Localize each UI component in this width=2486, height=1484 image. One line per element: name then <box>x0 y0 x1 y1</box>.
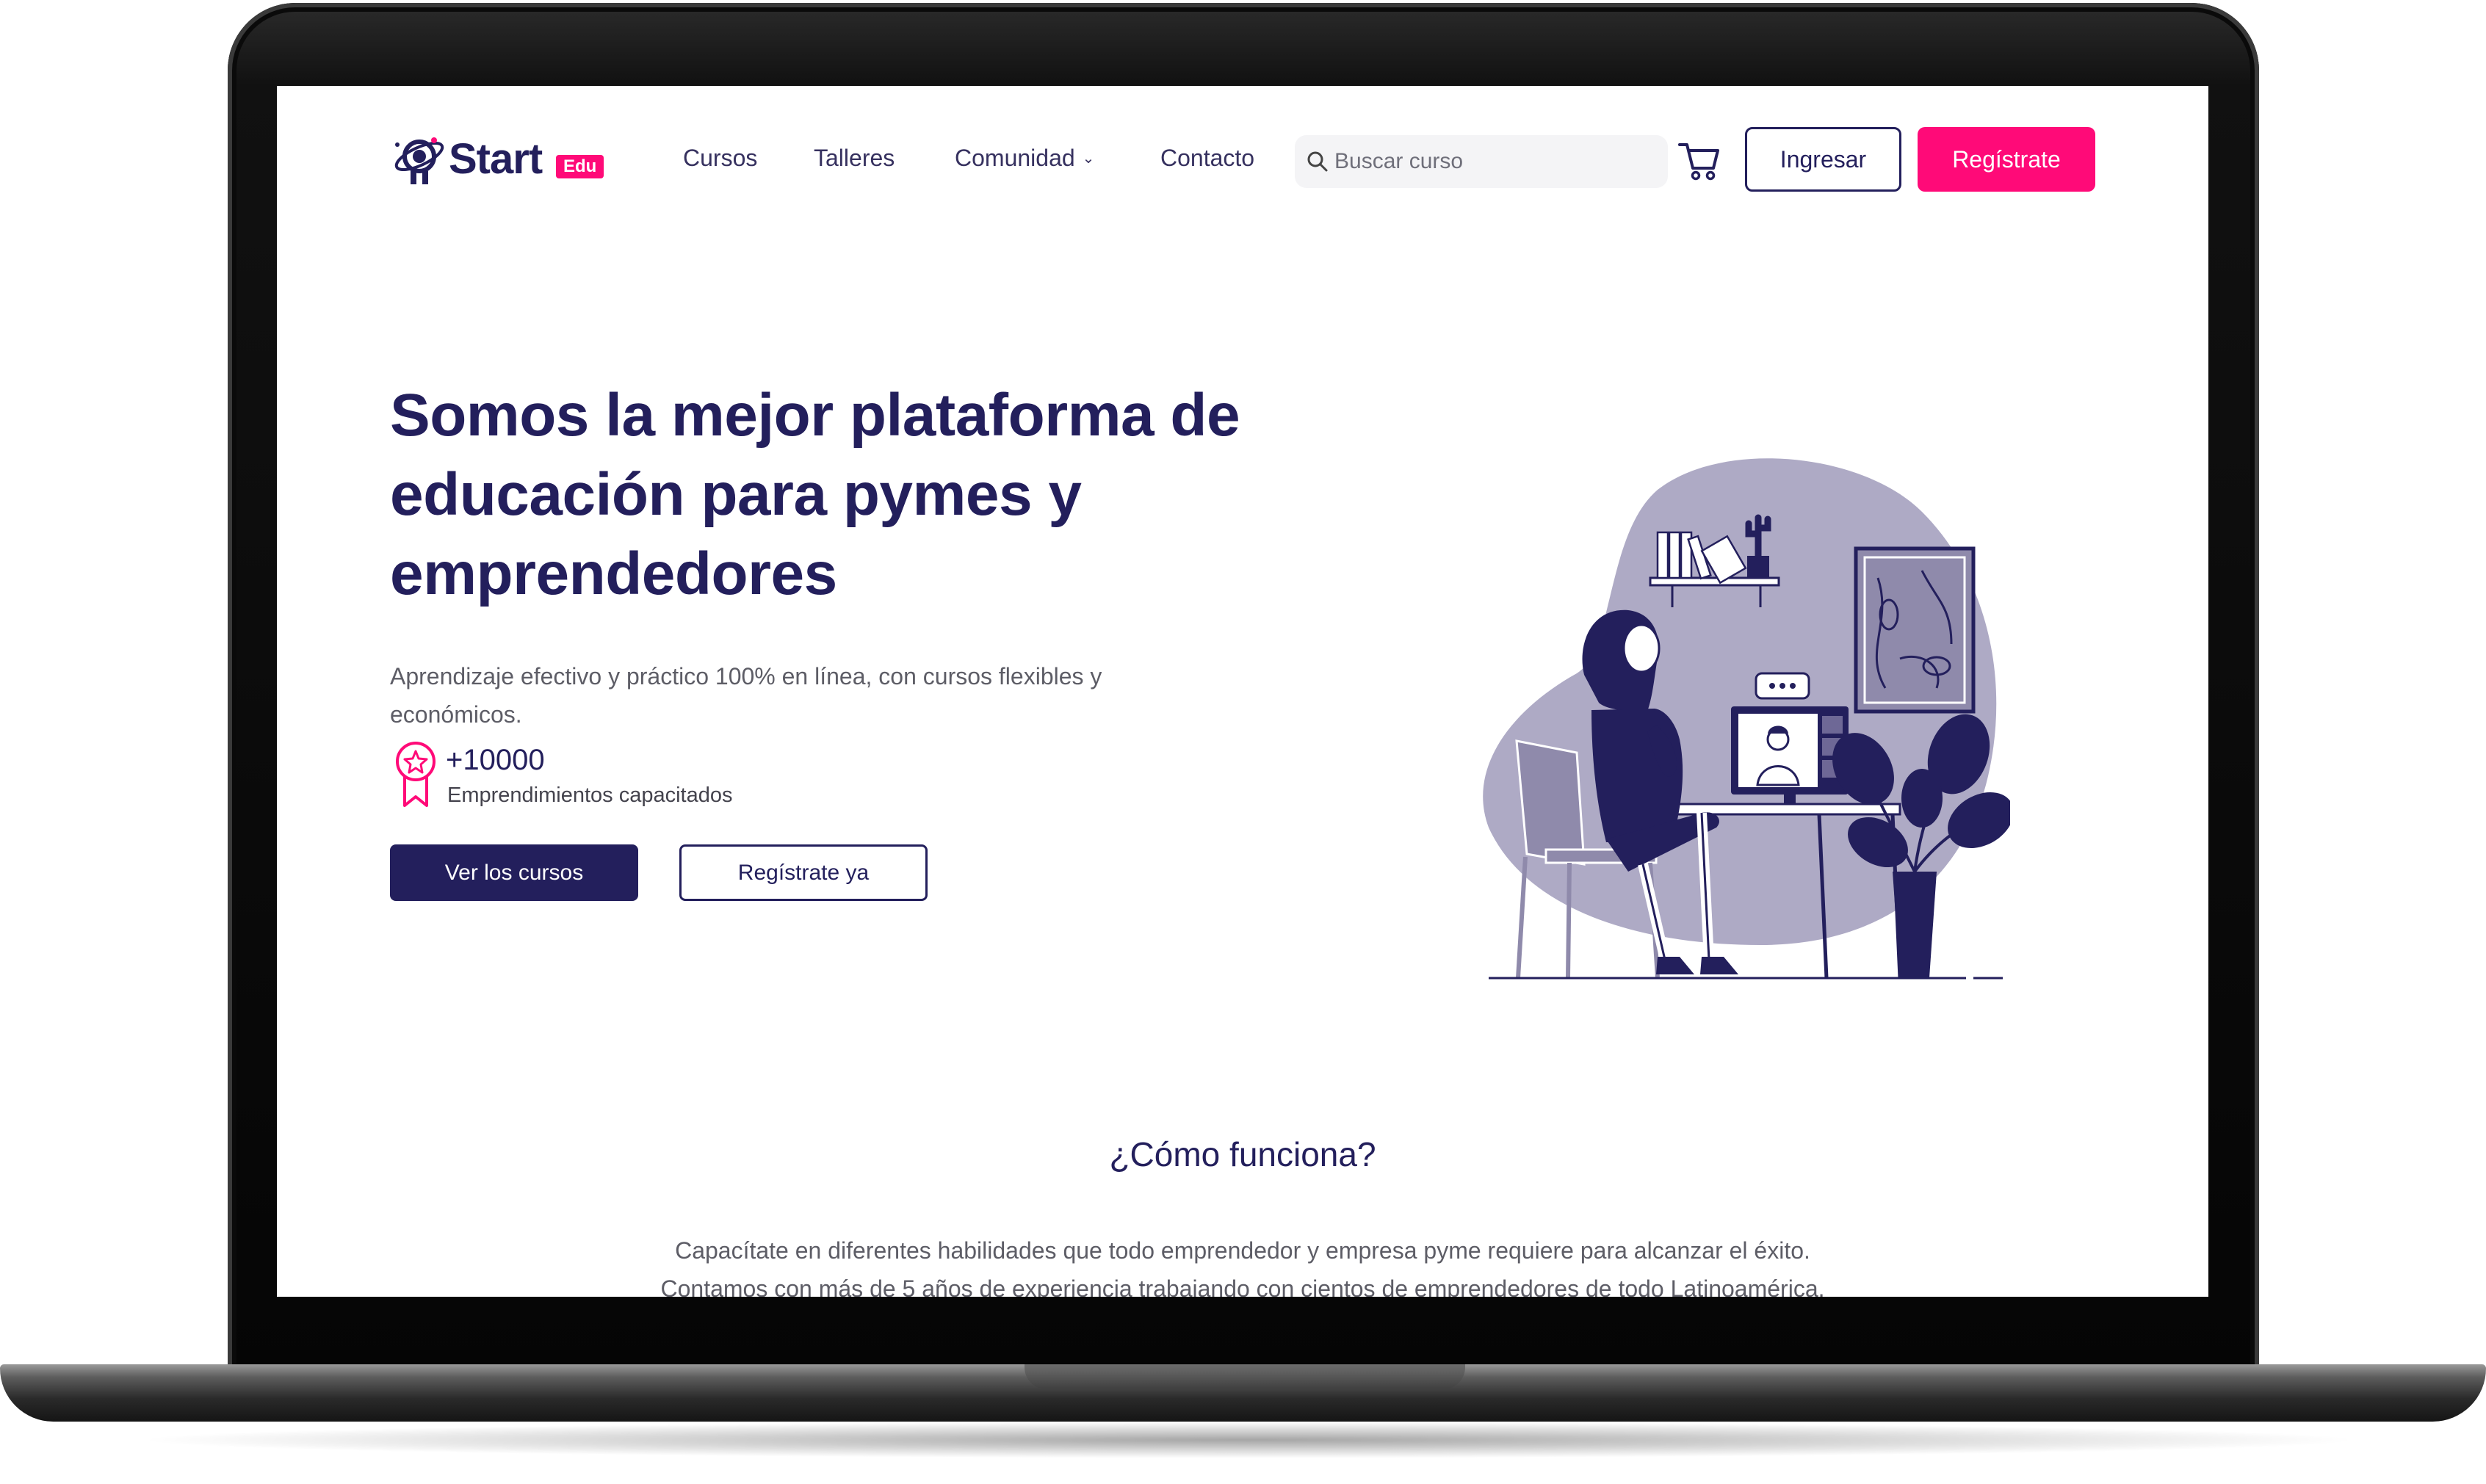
nav-item-cursos[interactable]: Cursos <box>683 145 757 172</box>
view-courses-button[interactable]: Ver los cursos <box>390 844 638 901</box>
nav-item-talleres[interactable]: Talleres <box>814 145 895 172</box>
login-button[interactable]: Ingresar <box>1745 127 1901 192</box>
award-ribbon-icon <box>396 742 436 807</box>
nav-item-label: Comunidad <box>955 145 1075 171</box>
section-description: Capacítate en diferentes habilidades que… <box>675 1237 1810 1264</box>
logo-badge: Edu <box>556 155 604 178</box>
search-icon <box>1307 151 1328 172</box>
astronaut-logo-icon <box>394 137 444 184</box>
chevron-down-icon: ⌄ <box>1082 151 1095 167</box>
nav-item-contacto[interactable]: Contacto <box>1160 145 1254 172</box>
stat-value: +10000 <box>446 744 545 776</box>
search-input[interactable] <box>1333 148 1652 175</box>
search-bar[interactable] <box>1295 135 1668 188</box>
browser-viewport: Start Edu Cursos Talleres Comunidad ⌄ Con… <box>277 86 2208 1297</box>
section-title: ¿Cómo funciona? <box>1109 1135 1376 1173</box>
hero-subtitle: Aprendizaje efectivo y práctico 100% en … <box>390 663 1102 728</box>
laptop-notch <box>1025 1364 1465 1389</box>
register-button[interactable]: Regístrate <box>1918 127 2095 192</box>
section-description-continued: Contamos con más de 5 años de experienci… <box>660 1275 1825 1297</box>
nav-item-comunidad[interactable]: Comunidad ⌄ <box>955 145 1094 172</box>
site-logo[interactable]: Start Edu <box>390 130 610 189</box>
register-now-button[interactable]: Regístrate ya <box>679 844 928 901</box>
cart-icon[interactable] <box>1677 139 1722 183</box>
hero-title: Somos la mejor plataforma de educación p… <box>390 382 1240 607</box>
stat-label: Emprendimientos capacitados <box>447 783 733 807</box>
laptop-shadow <box>132 1422 2365 1458</box>
logo-wordmark: Start <box>449 135 543 183</box>
woman-video-call-illustration <box>1483 458 2010 980</box>
